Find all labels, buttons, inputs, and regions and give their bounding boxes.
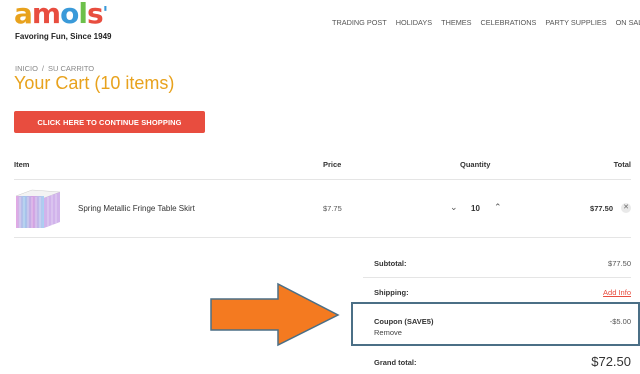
cart-item-name[interactable]: Spring Metallic Fringe Table Skirt bbox=[78, 204, 195, 213]
column-header-price: Price bbox=[323, 160, 342, 169]
quantity-value[interactable]: 10 bbox=[471, 204, 480, 213]
subtotal-label: Subtotal: bbox=[374, 259, 407, 268]
chevron-down-icon[interactable]: ⌄ bbox=[450, 202, 458, 213]
nav-item-on-sale[interactable]: ON SALE bbox=[616, 18, 640, 27]
cart-item-total: $77.50 bbox=[590, 204, 613, 213]
column-header-item: Item bbox=[14, 160, 30, 169]
shipping-label: Shipping: bbox=[374, 288, 409, 297]
cart-item-price: $7.75 bbox=[323, 204, 342, 213]
header-divider bbox=[14, 179, 631, 180]
nav-item-themes[interactable]: THEMES bbox=[441, 18, 471, 27]
main-nav: TRADING POST HOLIDAYS THEMES CELEBRATION… bbox=[332, 18, 640, 27]
summary-divider bbox=[363, 277, 631, 278]
chevron-up-icon[interactable]: ⌃ bbox=[494, 202, 502, 213]
nav-item-holidays[interactable]: HOLIDAYS bbox=[396, 18, 432, 27]
row-divider bbox=[14, 237, 631, 238]
column-header-total: Total bbox=[613, 160, 631, 169]
nav-item-celebrations[interactable]: CELEBRATIONS bbox=[481, 18, 537, 27]
nav-item-trading-post[interactable]: TRADING POST bbox=[332, 18, 387, 27]
column-header-quantity: Quantity bbox=[460, 160, 491, 169]
breadcrumb: INICIO / SU CARRITO bbox=[15, 64, 94, 73]
nav-item-party-supplies[interactable]: PARTY SUPPLIES bbox=[545, 18, 606, 27]
coupon-highlight-box bbox=[351, 302, 640, 346]
breadcrumb-current: SU CARRITO bbox=[48, 64, 95, 73]
breadcrumb-home[interactable]: INICIO bbox=[15, 64, 38, 73]
breadcrumb-separator: / bbox=[41, 64, 45, 73]
logo-wordmark: amols' bbox=[14, 0, 108, 30]
continue-shopping-button[interactable]: CLICK HERE TO CONTINUE SHOPPING bbox=[14, 111, 205, 133]
grand-total-label: Grand total: bbox=[374, 358, 417, 367]
shipping-add-info-link[interactable]: Add Info bbox=[603, 288, 631, 297]
arrow-right-icon bbox=[210, 282, 340, 347]
subtotal-value: $77.50 bbox=[608, 259, 631, 268]
brand-tagline: Favoring Fun, Since 1949 bbox=[15, 32, 112, 41]
grand-total-value: $72.50 bbox=[591, 354, 631, 369]
brand-logo[interactable]: amols' Favoring Fun, Since 1949 bbox=[14, 0, 134, 42]
close-icon[interactable]: ✕ bbox=[621, 203, 631, 213]
page-title: Your Cart (10 items) bbox=[14, 73, 175, 93]
product-thumbnail[interactable] bbox=[14, 186, 62, 230]
